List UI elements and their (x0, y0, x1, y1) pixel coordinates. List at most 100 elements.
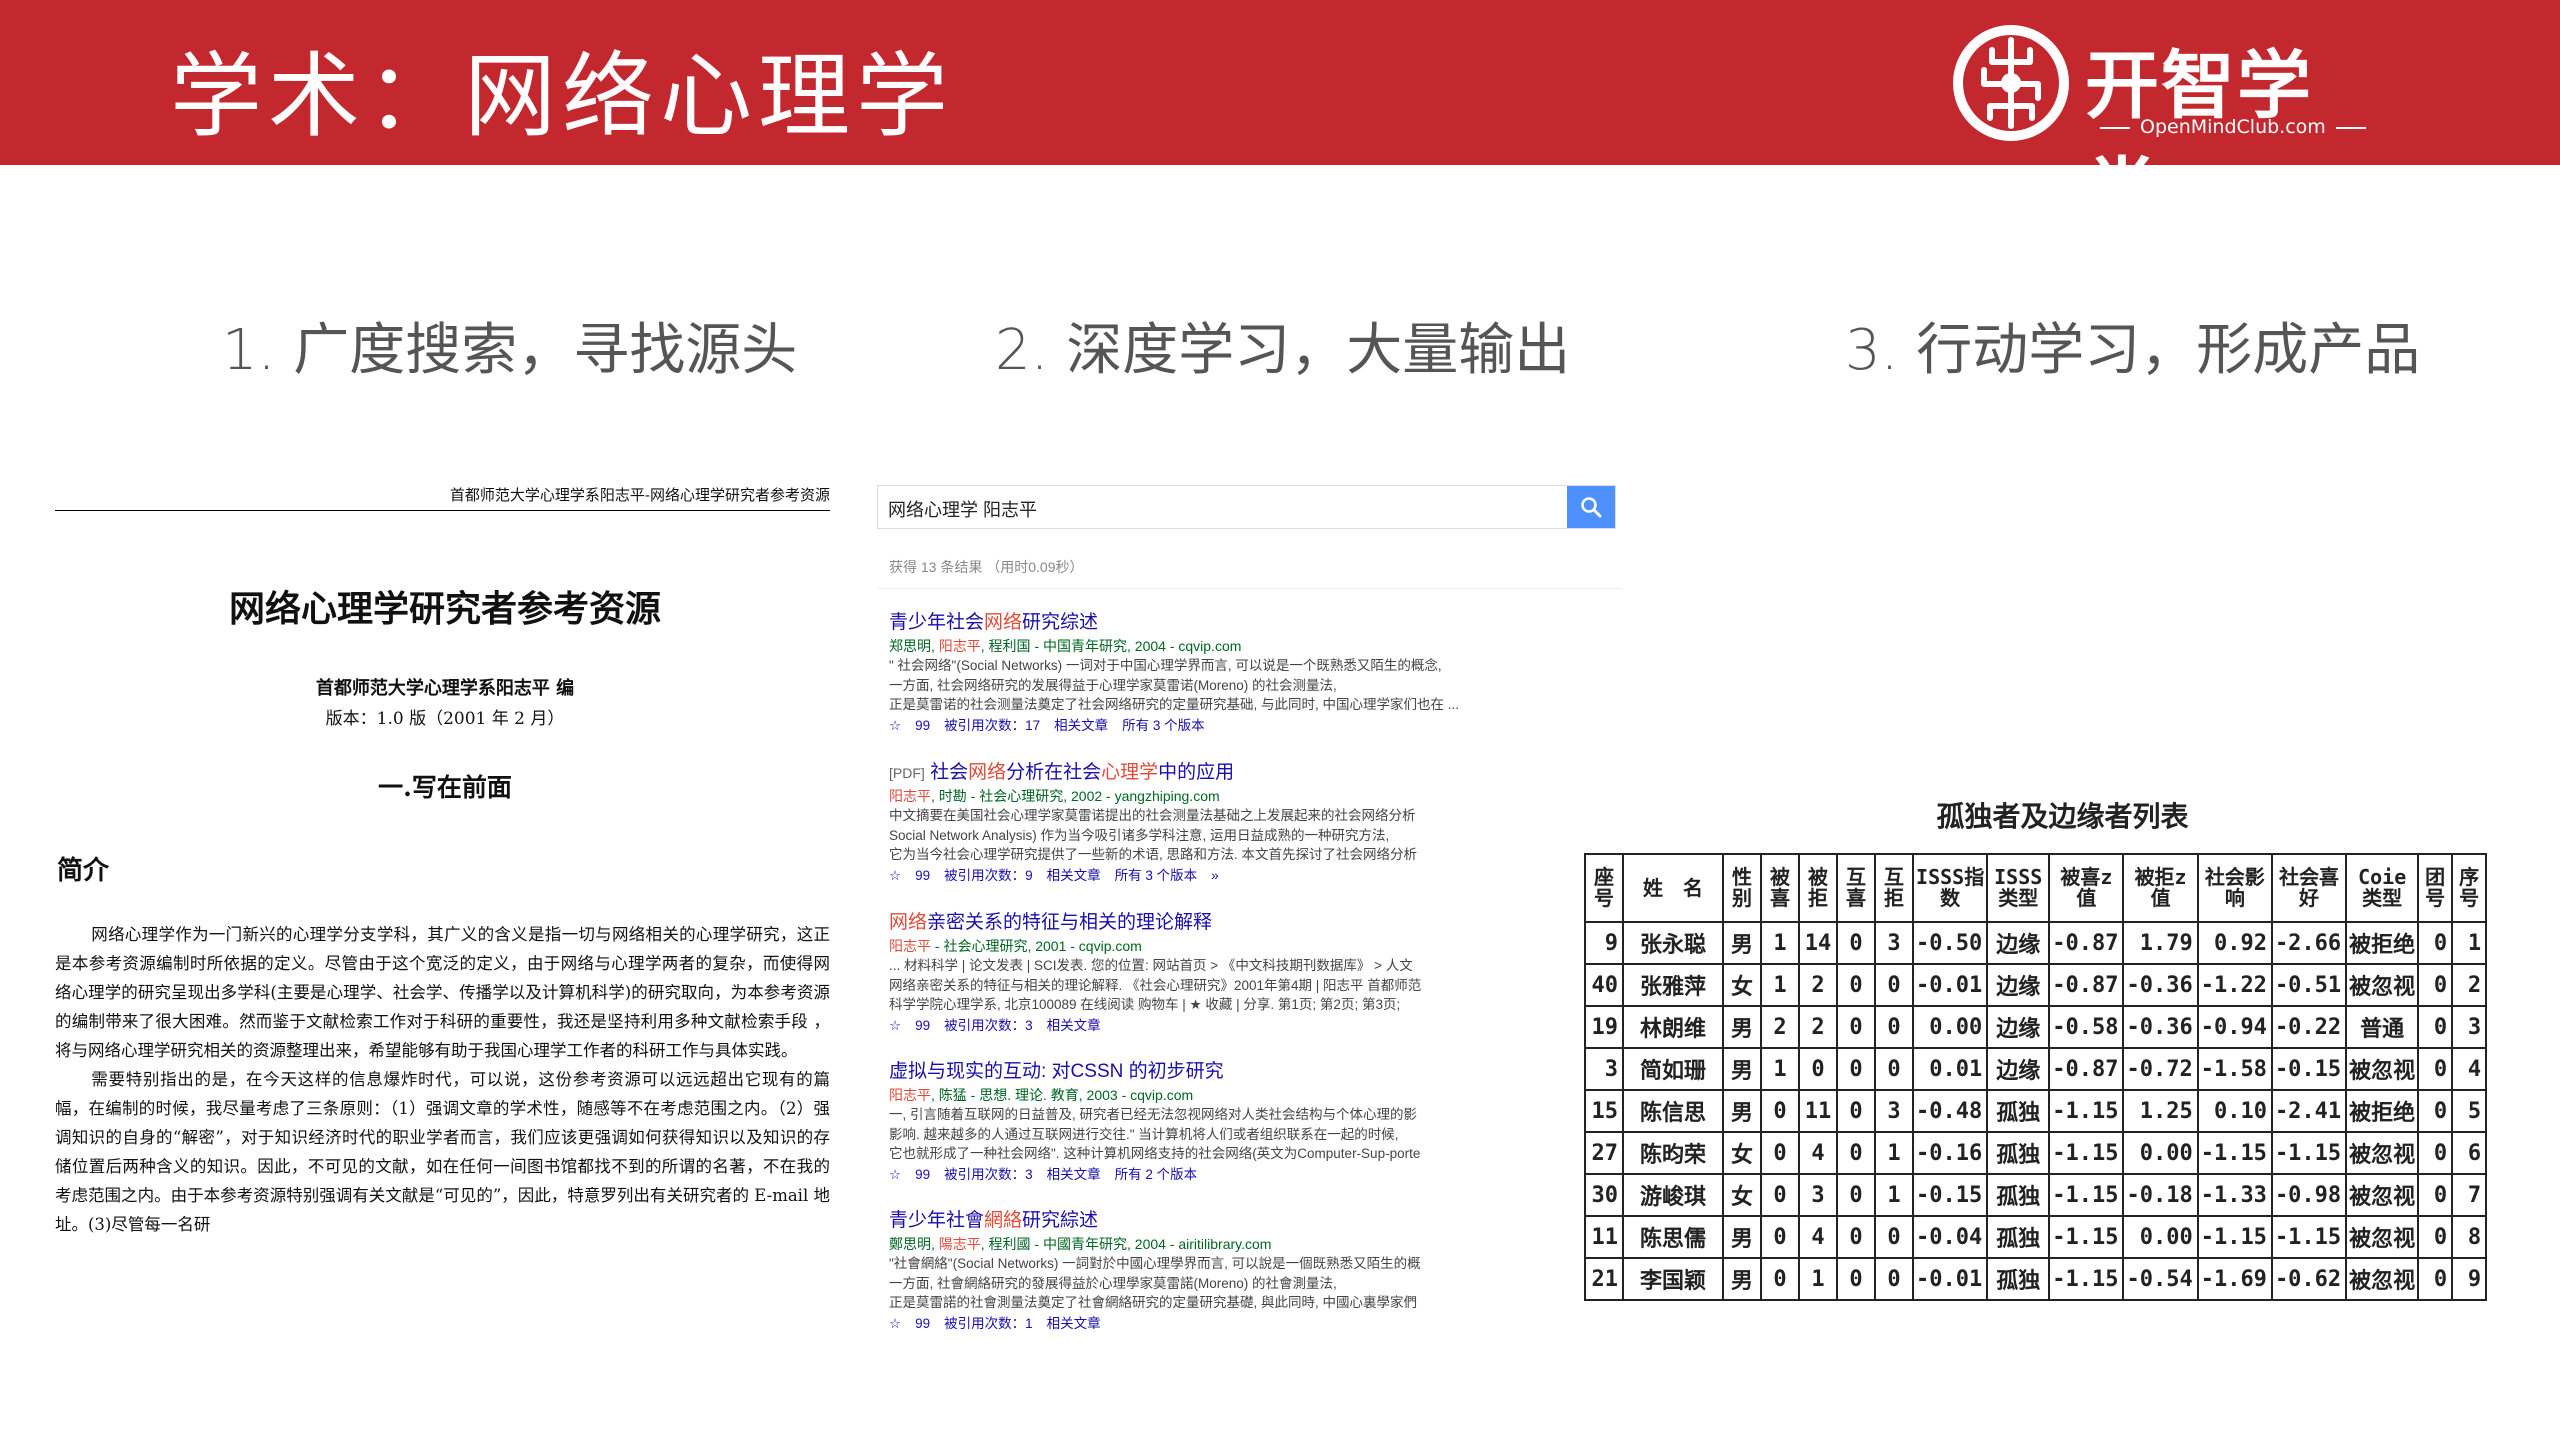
result-snippet-line: 正是莫雷诺的社会测量法奠定了社会网络研究的定量研究基础, 与此同时, 中国心理学… (889, 697, 1460, 712)
table-cell: 19 (1584, 1005, 1624, 1049)
citation-author-highlight: 陽志平 (938, 1236, 981, 1252)
result-action-link[interactable]: 所有 2 个版本 (1115, 1167, 1198, 1182)
result-action-link[interactable]: 相关文章 (1047, 1316, 1101, 1331)
result-action-link[interactable]: 相关文章 (1047, 1018, 1101, 1033)
title-text: 研究综述 (1022, 612, 1099, 633)
table-cell: -0.48 (1911, 1089, 1989, 1133)
step-3-label: 3. 行动学习，形成产品 (1845, 318, 2421, 383)
result-action-link[interactable]: 所有 3 个版本 (1122, 718, 1205, 733)
result-action-link[interactable]: 所有 3 个版本 (1115, 868, 1198, 883)
table-cell: 0 (1836, 1005, 1876, 1049)
table-cell: 30 (1584, 1173, 1624, 1217)
result-snippet-line: 一, 引言随着互联网的日益普及, 研究者已经无法忽视网络对人类社会结构与个体心理… (889, 1107, 1418, 1122)
table-cell: 男 (1722, 1089, 1762, 1133)
star-icon[interactable]: ☆ (889, 868, 901, 883)
result-title-link[interactable]: 青少年社會網絡研究綜述 (889, 1208, 1609, 1234)
result-action-link[interactable]: » (1211, 868, 1219, 883)
cite-icon[interactable]: 99 (915, 868, 930, 883)
result-action-link[interactable]: 被引用次数：3 (944, 1167, 1033, 1182)
result-title-link[interactable]: 虚拟与现实的互动: 对CSSN 的初步研究 (889, 1059, 1609, 1085)
table-cell: -0.94 (2196, 1005, 2273, 1049)
table-cell: -0.22 (2270, 1005, 2348, 1049)
table-cell: 8 (2451, 1215, 2488, 1259)
result-action-link[interactable]: 相关文章 (1047, 1167, 1101, 1182)
search-result: 青少年社會網絡研究綜述 鄭思明, 陽志平, 程利國 - 中國青年研究, 2004 … (889, 1208, 1609, 1335)
table-cell: 0 (1874, 1215, 1914, 1259)
brand-logo[interactable]: 开智学堂 OpenMindClub.com (1950, 22, 2370, 236)
table-cell: 男 (1722, 1257, 1762, 1301)
table-cell: 孤独 (1986, 1215, 2051, 1259)
search-button[interactable] (1567, 486, 1615, 528)
table-cell: 2 (1798, 963, 1838, 1007)
table-row: 30 游峻琪女 0 3 0 1 -0.15 孤独 -1.15 -0.18 -1.33 -0.98 被忽视… (1584, 1173, 2488, 1217)
table-cell: -2.41 (2270, 1089, 2348, 1133)
table-cell: -1.22 (2196, 963, 2273, 1007)
table-body: 9 张永聪男 1 14 0 3 -0.50 边缘 -0.87 1.79 0.92 -2.66 被拒绝 0 1… (1584, 921, 2488, 1301)
star-icon[interactable]: ☆ (889, 1018, 901, 1033)
result-citation: 郑思明, 阳志平, 程利国 - 中国青年研究, 2004 - cqvip.com (889, 636, 1609, 656)
result-snippet-line: 影响. 越来越多的人通过互联网进行交往." 当计算机将人们或者组织联系在一起的时… (889, 1126, 1399, 1142)
result-title-link[interactable]: [PDF] 社会网络分析在社会心理学中的应用 (889, 760, 1609, 786)
star-icon[interactable]: ☆ (889, 1316, 901, 1331)
result-title-link[interactable]: 青少年社会网络研究综述 (889, 610, 1609, 636)
title-text: 中的应用 (1158, 762, 1235, 783)
table-cell: 0 (1874, 1005, 1914, 1049)
star-icon[interactable]: ☆ (889, 1167, 901, 1182)
result-action-link[interactable]: 相关文章 (1047, 868, 1101, 883)
result-action-link[interactable]: 相关文章 (1054, 718, 1108, 733)
result-action-link[interactable]: 被引用次数：1 (944, 1316, 1033, 1331)
table-cell: 1 (1760, 921, 1800, 965)
result-action-link[interactable]: 被引用次数：17 (944, 718, 1040, 733)
table-cell: 4 (1798, 1215, 1838, 1259)
cite-icon[interactable]: 99 (915, 1316, 930, 1331)
pdf-tag: [PDF] (889, 765, 925, 781)
table-cell: -0.01 (1911, 1257, 1989, 1301)
search-input[interactable]: 网络心理学 阳志平 (888, 496, 1037, 522)
search-box[interactable]: 网络心理学 阳志平 (877, 485, 1616, 529)
result-snippet-line: "社會網絡"(Social Networks) 一詞對於中國心理學界而言, 可以… (889, 1256, 1421, 1271)
cite-icon[interactable]: 99 (915, 1018, 930, 1033)
table-cell: 2 (2451, 963, 2488, 1007)
result-actions: ☆ 99 被引用次数：9 相关文章 所有 3 个版本 » (889, 865, 1609, 887)
table-header-cell: 互拒 (1874, 853, 1914, 923)
table-header-row: 座号姓 名性别 被喜 被拒 互喜 互拒 ISSS指数 ISSS类型 被喜z值 被拒z值 社会影响社… (1584, 853, 2488, 923)
table-cell: -1.15 (2048, 1089, 2125, 1133)
table-cell: 1 (1874, 1173, 1914, 1217)
table-cell: 0.00 (1911, 1005, 1989, 1049)
table-cell: 2 (1760, 1005, 1800, 1049)
search-result: 青少年社会网络研究综述 郑思明, 阳志平, 程利国 - 中国青年研究, 2004 … (889, 610, 1609, 737)
table-cell: 15 (1584, 1089, 1624, 1133)
result-title-link[interactable]: 网络亲密关系的特征与相关的理论解释 (889, 910, 1609, 936)
document-panel: 首都师范大学心理学系阳志平-网络心理学研究者参考资源 网络心理学研究者参考资源 … (55, 478, 830, 1278)
star-icon[interactable]: ☆ (889, 718, 901, 733)
table-cell: -0.18 (2122, 1173, 2199, 1217)
table-cell: 0 (2417, 1089, 2454, 1133)
table-cell: -0.16 (1911, 1131, 1989, 1175)
citation-text: , 程利國 - 中國青年研究, 2004 - airitilibrary.com (980, 1236, 1272, 1252)
result-action-link[interactable]: 被引用次数：3 (944, 1018, 1033, 1033)
cite-icon[interactable]: 99 (915, 1167, 930, 1182)
table-row: 15 陈信思男 0 11 0 3 -0.48 孤独 -1.15 1.25 0.10 -2.41 被拒绝 0… (1584, 1089, 2488, 1133)
cite-icon[interactable]: 99 (915, 718, 930, 733)
result-citation: 鄭思明, 陽志平, 程利國 - 中國青年研究, 2004 - airitilib… (889, 1234, 1609, 1254)
result-citation: 阳志平, 时勘 - 社会心理研究, 2002 - yangzhiping.com (889, 786, 1609, 806)
table-cell: -0.15 (1911, 1173, 1989, 1217)
result-action-link[interactable]: 被引用次数：9 (944, 868, 1033, 883)
result-actions: ☆ 99 被引用次数：1 相关文章 (889, 1313, 1609, 1335)
document-running-header: 首都师范大学心理学系阳志平-网络心理学研究者参考资源 (449, 486, 830, 504)
table-cell: 被忽视 (2345, 1257, 2420, 1301)
table-cell: 被忽视 (2345, 1173, 2420, 1217)
table-cell: 1 (1798, 1257, 1838, 1301)
step-1-label: 1. 广度搜索，寻找源头 (222, 318, 798, 383)
document-version: 版本：1.0 版（2001 年 2 月） (325, 709, 565, 729)
table-cell: 0 (1836, 963, 1876, 1007)
table-cell: 被忽视 (2345, 1215, 2420, 1259)
title-text: 社会 (930, 762, 969, 783)
step-2-label: 2. 深度学习，大量输出 (995, 318, 1571, 383)
table-cell: 14 (1798, 921, 1838, 965)
table-cell: 0 (1874, 963, 1914, 1007)
table-header-cell: 社会喜好 (2270, 853, 2348, 923)
table-cell: 0 (2417, 963, 2454, 1007)
table-row: 11 陈思儒男 0 4 0 0 -0.04 孤独 -1.15 0.00 -1.15 -1.15 被忽视 0… (1584, 1215, 2488, 1259)
document-header-rule (55, 510, 830, 511)
